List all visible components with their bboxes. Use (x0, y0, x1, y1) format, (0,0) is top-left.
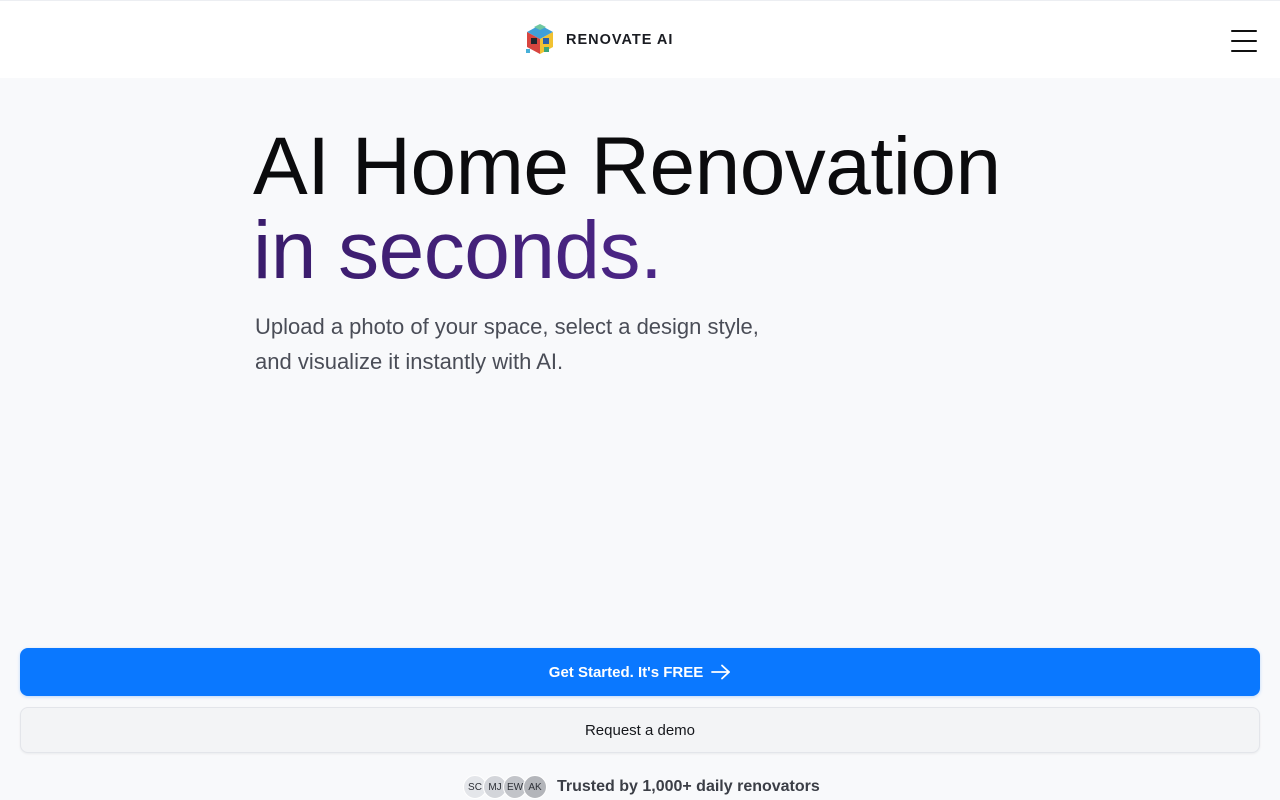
hero-title-line2: in seconds. (253, 209, 1001, 293)
request-demo-label: Request a demo (584, 721, 696, 739)
get-started-button[interactable]: Get Started. It's FREE (20, 648, 1260, 696)
top-nav-bar: RENOVATE AI (0, 0, 1280, 78)
hero-title-line1: AI Home Renovation (253, 121, 1001, 212)
brand-logo[interactable]: RENOVATE AI (524, 23, 673, 57)
hamburger-menu-icon-bar (1231, 40, 1257, 42)
request-demo-button[interactable]: Request a demo (20, 707, 1260, 753)
social-proof: SC MJ EW AK Trusted by 1,000+ daily renovat… (463, 774, 820, 800)
arrow-right-icon (711, 664, 731, 680)
get-started-label: Get Started. It's FREE (548, 663, 704, 681)
cube-logo-icon (526, 24, 553, 54)
avatar-group: SC MJ EW AK (463, 775, 547, 799)
hamburger-menu-icon (1231, 30, 1257, 32)
hamburger-menu-button[interactable] (1228, 27, 1260, 55)
brand-name: RENOVATE AI (566, 32, 674, 48)
hamburger-menu-icon-bar (1231, 50, 1257, 52)
hero-title: AI Home Renovation in seconds. (253, 125, 1001, 293)
avatar: AK (523, 775, 547, 799)
trust-text: Trusted by 1,000+ daily renovators (557, 778, 820, 795)
hero-subtitle: Upload a photo of your space, select a d… (255, 314, 759, 374)
